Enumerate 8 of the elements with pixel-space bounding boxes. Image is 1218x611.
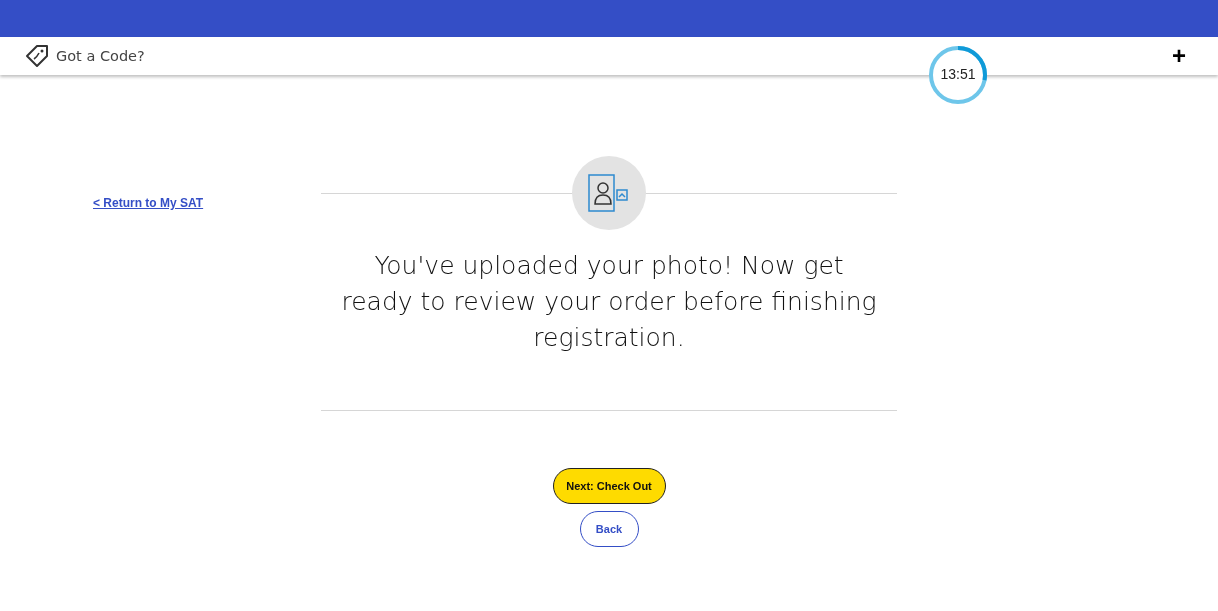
back-button[interactable]: Back [579,511,639,547]
code-link[interactable]: Got a Code? [56,48,145,64]
expand-button[interactable]: + [1164,44,1194,68]
confirmation-message: You've uploaded your photo! Now get ready to review your order before finishing registration. [340,250,878,354]
countdown-timer: 13:51 [927,44,989,106]
checkout-button[interactable]: Next: Check Out [552,468,666,504]
return-link[interactable]: < Return to My SAT [93,196,204,210]
price-tag-icon[interactable] [24,43,50,69]
